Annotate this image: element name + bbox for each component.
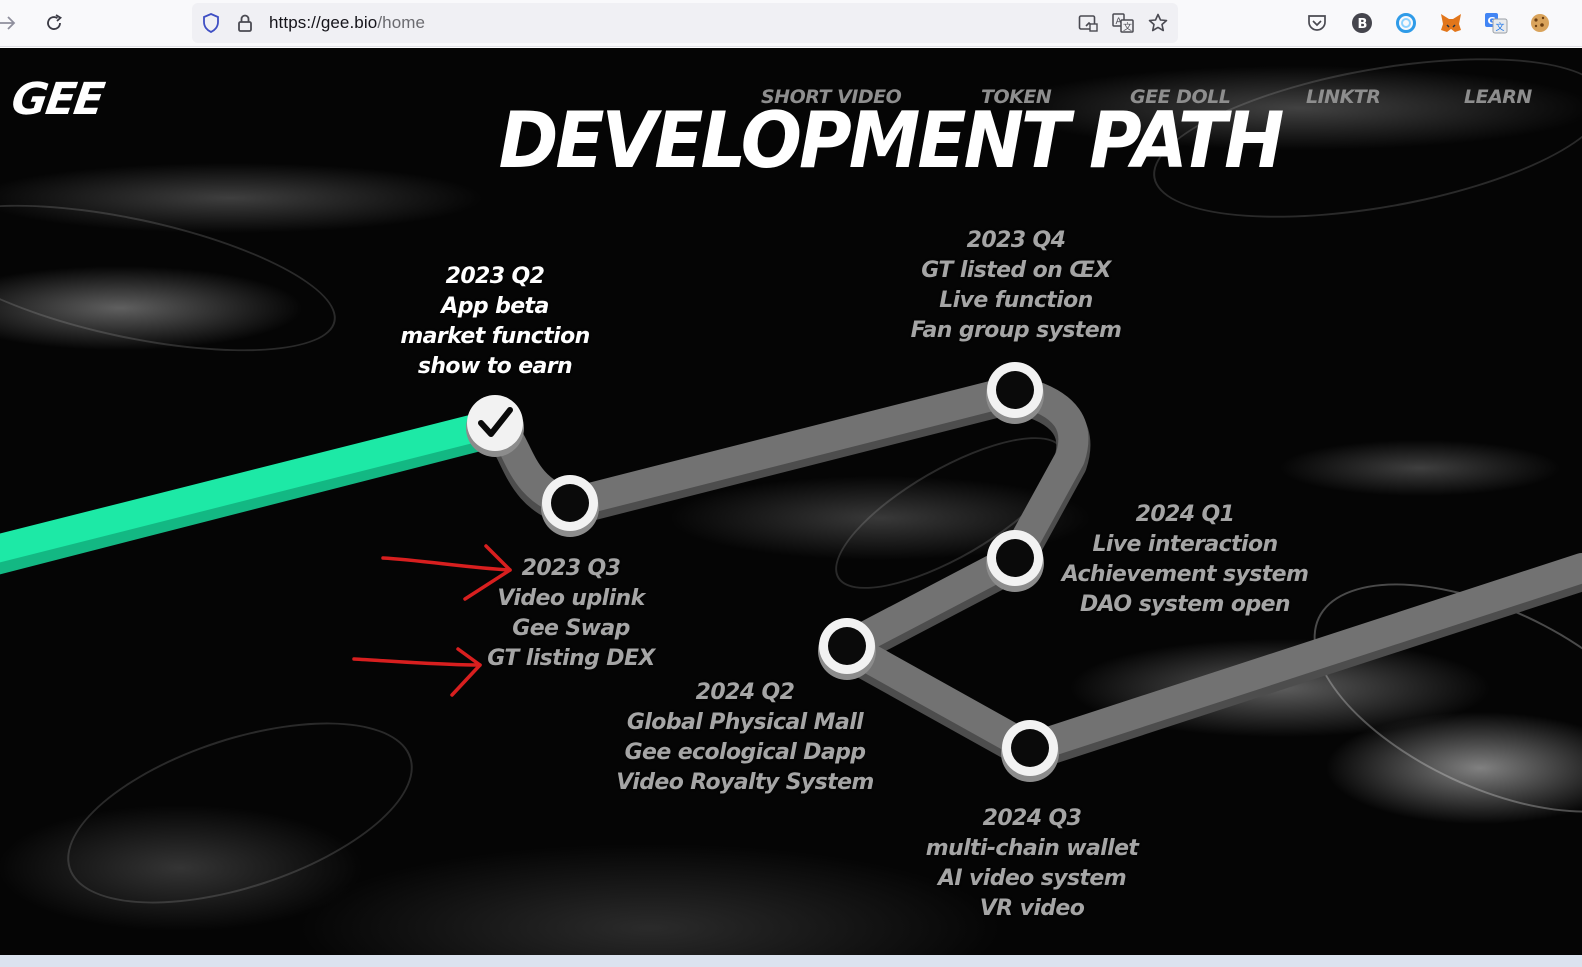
milestone-item: Achievement system: [1061, 562, 1309, 587]
browser-toolbar: https://gee.bio/home A文 B G文: [0, 0, 1582, 47]
milestone-item: Video Royalty System: [616, 770, 874, 795]
translate-icon[interactable]: A文: [1112, 12, 1134, 34]
milestone-item: GT listed on ŒX: [921, 258, 1111, 283]
page-bottom-edge: [0, 955, 1582, 967]
milestone-period: 2024 Q2: [695, 680, 795, 705]
svg-text:文: 文: [1123, 21, 1132, 33]
milestone-item: Global Physical Mall: [626, 710, 864, 735]
milestone-node-2024-q2[interactable]: [818, 618, 876, 680]
milestone-item: DAO system open: [1080, 592, 1291, 617]
milestone-period: 2023 Q2: [445, 264, 545, 289]
star-icon[interactable]: [1147, 12, 1169, 34]
translate-extension-icon[interactable]: G文: [1484, 11, 1508, 35]
milestone-2024-q3: 2024 Q3 multi-chain wallet AI video syst…: [852, 804, 1212, 924]
extension-ring-icon[interactable]: [1394, 11, 1418, 35]
milestone-2023-q4: 2023 Q4 GT listed on ŒX Live function Fa…: [836, 226, 1196, 346]
milestone-2024-q2: 2024 Q2 Global Physical Mall Gee ecologi…: [565, 678, 925, 798]
milestone-period: 2024 Q3: [982, 806, 1082, 831]
milestone-node-2023-q3[interactable]: [541, 475, 599, 537]
url-path: /home: [377, 13, 426, 32]
milestone-period: 2023 Q4: [966, 228, 1066, 253]
milestone-item: Video uplink: [497, 586, 645, 611]
back-arrow-icon[interactable]: [0, 10, 20, 36]
cookie-icon[interactable]: [1528, 11, 1552, 35]
milestone-2023-q3: 2023 Q3 Video uplink Gee Swap GT listing…: [391, 554, 751, 674]
url-text[interactable]: https://gee.bio/home: [269, 13, 425, 33]
progress-track: [0, 409, 509, 563]
milestone-item: Gee ecological Dapp: [624, 740, 866, 765]
milestone-item: Live function: [939, 288, 1093, 313]
milestone-2024-q1: 2024 Q1 Live interaction Achievement sys…: [1005, 500, 1365, 620]
milestone-item: multi-chain wallet: [925, 836, 1139, 861]
reader-view-icon[interactable]: [1077, 12, 1099, 34]
milestone-item: Fan group system: [910, 318, 1122, 343]
milestone-item: VR video: [979, 896, 1085, 921]
shield-icon[interactable]: [200, 12, 222, 34]
milestone-node-2023-q2[interactable]: [466, 395, 524, 457]
milestone-node-2023-q4[interactable]: [986, 362, 1044, 424]
url-host: https://gee.bio: [269, 13, 378, 32]
metamask-icon[interactable]: [1439, 11, 1463, 35]
milestone-node-2024-q3[interactable]: [1001, 720, 1059, 782]
milestone-item: App beta: [441, 294, 549, 319]
reload-icon[interactable]: [41, 10, 67, 36]
milestone-2023-q2: 2023 Q2 App beta market function show to…: [315, 262, 675, 382]
extension-b-icon[interactable]: B: [1350, 11, 1374, 35]
milestone-item: show to earn: [417, 354, 573, 379]
lock-icon[interactable]: [234, 12, 256, 34]
milestone-period: 2024 Q1: [1135, 502, 1235, 527]
milestone-item: Gee Swap: [512, 616, 630, 641]
milestone-item: market function: [400, 324, 590, 349]
milestone-item: GT listing DEX: [487, 646, 655, 671]
address-bar[interactable]: https://gee.bio/home A文: [192, 3, 1178, 43]
milestone-item: Live interaction: [1092, 532, 1278, 557]
svg-text:B: B: [1358, 17, 1368, 32]
milestone-period: 2023 Q3: [521, 556, 621, 581]
svg-text:文: 文: [1496, 21, 1505, 33]
pocket-icon[interactable]: [1305, 11, 1329, 35]
milestone-item: AI video system: [937, 866, 1127, 891]
roadmap-page: GEE SHORT VIDEO TOKEN GEE DOLL LINKTR LE…: [0, 48, 1582, 955]
